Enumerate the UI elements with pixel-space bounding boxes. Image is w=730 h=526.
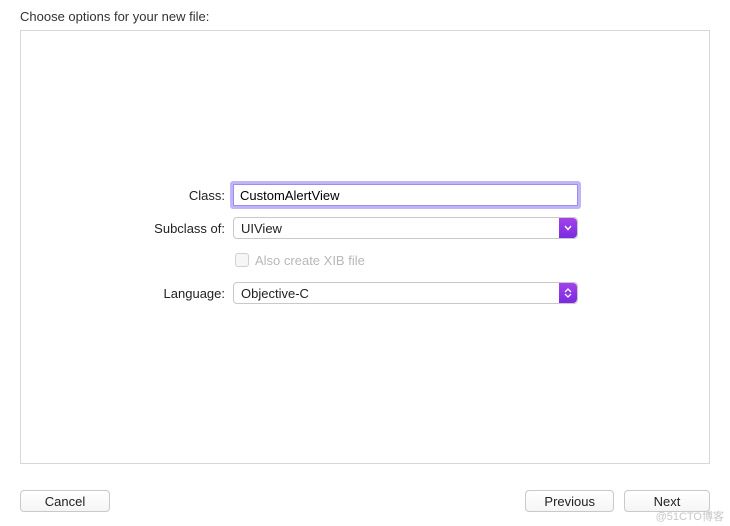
language-row: Language: Objective-C xyxy=(21,281,709,305)
class-input[interactable] xyxy=(233,184,578,206)
language-value: Objective-C xyxy=(241,286,309,301)
next-label: Next xyxy=(654,494,681,509)
button-bar: Cancel Previous Next xyxy=(20,490,710,512)
options-panel: Class: Subclass of: UIView Also create X… xyxy=(20,30,710,464)
xib-checkbox xyxy=(235,253,249,267)
previous-button[interactable]: Previous xyxy=(525,490,614,512)
subclass-label: Subclass of: xyxy=(21,221,233,236)
sheet-header: Choose options for your new file: xyxy=(0,0,730,30)
watermark: @51CTO博客 xyxy=(656,508,724,524)
xib-row: Also create XIB file xyxy=(235,249,709,271)
subclass-value: UIView xyxy=(241,221,282,236)
class-row: Class: xyxy=(21,183,709,207)
previous-label: Previous xyxy=(544,494,595,509)
subclass-field-wrap: UIView xyxy=(233,217,578,239)
language-field-wrap: Objective-C xyxy=(233,282,578,304)
subclass-combobox[interactable]: UIView xyxy=(233,217,578,239)
subclass-row: Subclass of: UIView xyxy=(21,216,709,240)
form: Class: Subclass of: UIView Also create X… xyxy=(21,183,709,314)
chevron-down-icon xyxy=(559,218,577,238)
language-label: Language: xyxy=(21,286,233,301)
cancel-label: Cancel xyxy=(45,494,85,509)
language-select[interactable]: Objective-C xyxy=(233,282,578,304)
chevron-up-down-icon xyxy=(559,283,577,303)
xib-label: Also create XIB file xyxy=(255,253,365,268)
sheet-title: Choose options for your new file: xyxy=(20,9,209,24)
cancel-button[interactable]: Cancel xyxy=(20,490,110,512)
class-label: Class: xyxy=(21,188,233,203)
class-field-wrap xyxy=(233,184,578,206)
